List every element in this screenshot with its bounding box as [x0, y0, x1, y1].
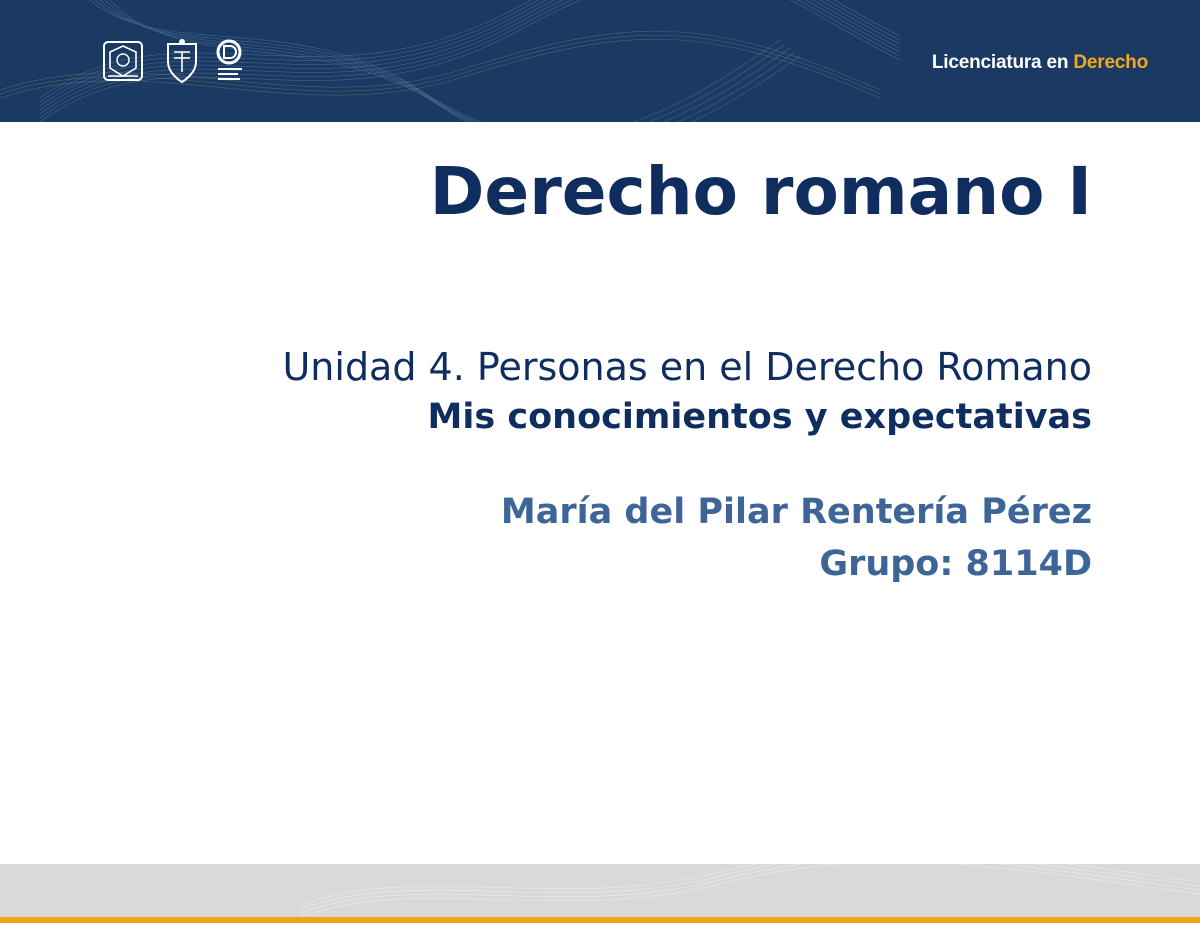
cover-content: Derecho romano I Unidad 4. Personas en e… — [92, 150, 1092, 590]
group-label: Grupo: 8114D — [819, 544, 1092, 584]
header-banner: Licenciatura en Derecho — [0, 0, 1200, 122]
student-name: María del Pilar Rentería Pérez — [500, 492, 1092, 532]
footer-wave-pattern — [299, 864, 1200, 917]
fes-shield-icon — [167, 39, 197, 84]
program-title-prefix: Licenciatura en — [931, 52, 1074, 73]
program-title: Licenciatura en Derecho — [932, 52, 1148, 74]
footer-band — [0, 864, 1200, 917]
unam-seal-icon — [103, 41, 143, 81]
footer-accent-line — [0, 917, 1200, 923]
activity-title: Mis conocimientos y expectativas — [427, 397, 1092, 437]
course-title: Derecho romano I — [429, 153, 1092, 230]
cuaed-logo-icon — [216, 39, 242, 80]
unit-title: Unidad 4. Personas en el Derecho Romano — [282, 345, 1092, 389]
program-title-accent: Derecho — [1073, 52, 1148, 73]
